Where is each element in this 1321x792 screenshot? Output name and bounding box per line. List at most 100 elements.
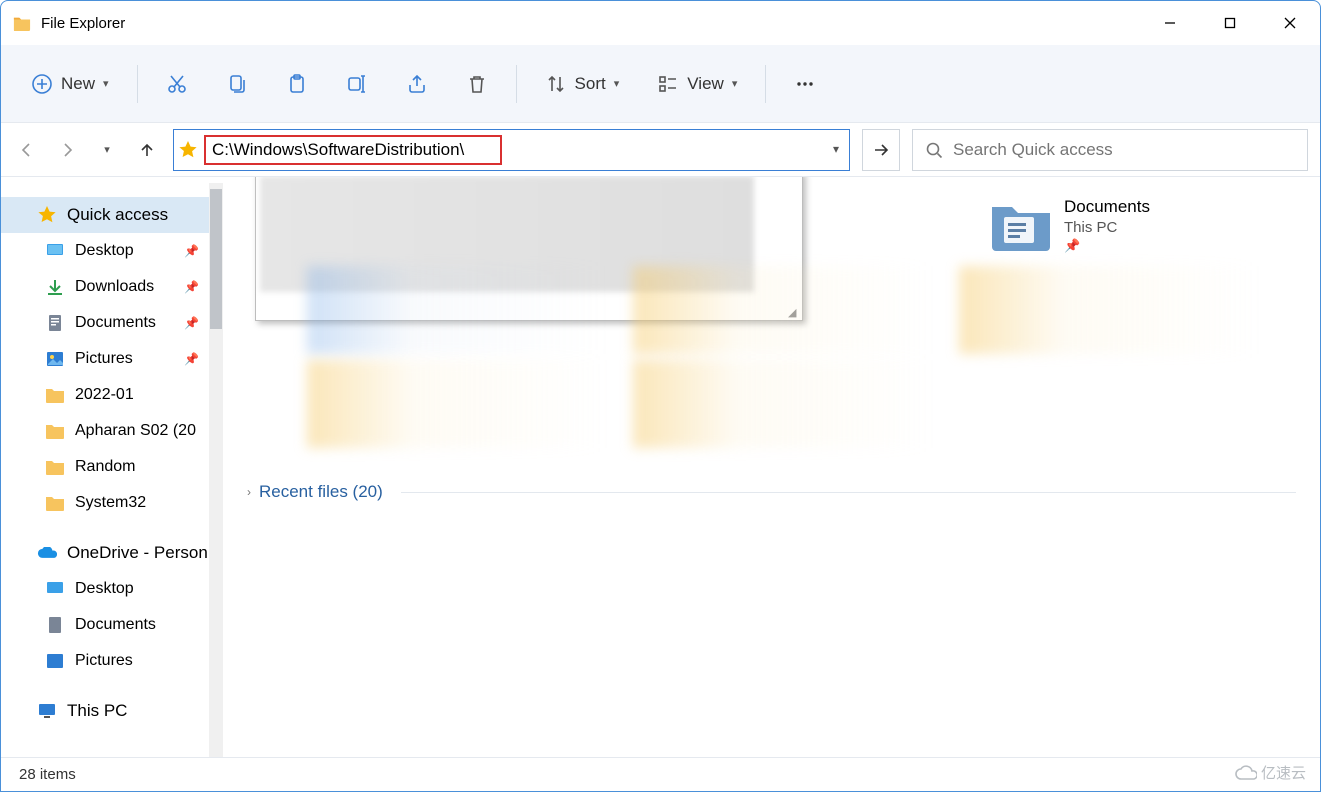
divider — [401, 492, 1296, 493]
view-button[interactable]: View ▾ — [647, 67, 747, 101]
sidebar-item-documents[interactable]: Documents — [1, 607, 211, 643]
item-count: 28 items — [19, 766, 76, 783]
cut-button[interactable] — [156, 67, 198, 101]
sidebar-item-label: 2022-01 — [75, 386, 134, 404]
sidebar-item-pictures[interactable]: Pictures 📌 — [1, 341, 211, 377]
sidebar-item-pictures[interactable]: Pictures — [1, 643, 211, 679]
star-icon — [37, 205, 57, 225]
sidebar-item-label: Apharan S02 (20 — [75, 422, 196, 440]
folder-card-documents[interactable]: Documents This PC 📌 — [990, 197, 1290, 254]
more-icon — [794, 73, 816, 95]
documents-icon — [45, 615, 65, 635]
sidebar-item-documents[interactable]: Documents 📌 — [1, 305, 211, 341]
sidebar-item-folder[interactable]: Apharan S02 (20 — [1, 413, 211, 449]
downloads-icon — [45, 277, 65, 297]
status-bar: 28 items — [1, 757, 1320, 791]
recent-files-label: Recent files (20) — [259, 482, 383, 502]
address-input[interactable] — [204, 135, 502, 165]
sort-icon — [545, 73, 567, 95]
more-button[interactable] — [784, 67, 826, 101]
chevron-down-icon: ▾ — [614, 77, 620, 90]
cloud-icon — [1235, 765, 1257, 781]
search-box[interactable] — [912, 129, 1308, 171]
chevron-right-icon: › — [247, 485, 251, 499]
share-icon — [406, 73, 428, 95]
pin-icon: 📌 — [184, 244, 199, 258]
minimize-button[interactable] — [1140, 2, 1200, 44]
recent-files-header[interactable]: › Recent files (20) — [247, 482, 1296, 502]
folder-name: Documents — [1064, 197, 1150, 217]
sidebar-item-folder[interactable]: 2022-01 — [1, 377, 211, 413]
blurred-tile — [633, 360, 933, 448]
back-button[interactable] — [13, 136, 41, 164]
sidebar-item-label: Downloads — [75, 278, 154, 296]
rename-button[interactable] — [336, 67, 378, 101]
separator — [137, 65, 138, 103]
scrollbar-track[interactable] — [209, 183, 223, 757]
paste-button[interactable] — [276, 67, 318, 101]
folder-location: This PC — [1064, 219, 1150, 236]
folder-icon — [45, 421, 65, 441]
sidebar-item-label: Documents — [75, 616, 156, 634]
sidebar-onedrive[interactable]: OneDrive - Person — [1, 535, 211, 571]
window-controls — [1140, 2, 1320, 44]
pin-icon: 📌 — [184, 316, 199, 330]
sidebar-item-folder[interactable]: Random — [1, 449, 211, 485]
new-label: New — [61, 74, 95, 94]
blurred-tile — [959, 266, 1259, 354]
pictures-icon — [45, 349, 65, 369]
sidebar-item-desktop[interactable]: Desktop — [1, 571, 211, 607]
close-button[interactable] — [1260, 2, 1320, 44]
trash-icon — [466, 73, 488, 95]
search-icon — [925, 141, 943, 159]
forward-button[interactable] — [53, 136, 81, 164]
sidebar-quick-access[interactable]: Quick access — [1, 197, 211, 233]
pictures-icon — [45, 651, 65, 671]
folder-icon — [45, 493, 65, 513]
scrollbar-thumb[interactable] — [210, 189, 222, 329]
chevron-down-icon: ▾ — [103, 77, 109, 90]
watermark: 亿速云 — [1235, 762, 1306, 783]
sidebar: Quick access Desktop 📌 Downloads 📌 Docum… — [1, 177, 223, 757]
watermark-text: 亿速云 — [1261, 762, 1306, 783]
share-button[interactable] — [396, 67, 438, 101]
sidebar-item-label: Desktop — [75, 580, 134, 598]
separator — [765, 65, 766, 103]
delete-button[interactable] — [456, 67, 498, 101]
folder-icon — [45, 385, 65, 405]
onedrive-icon — [37, 543, 57, 563]
copy-icon — [226, 73, 248, 95]
chevron-down-icon: ▾ — [732, 77, 738, 90]
sidebar-item-label: Pictures — [75, 350, 133, 368]
maximize-button[interactable] — [1200, 2, 1260, 44]
window-title: File Explorer — [41, 15, 125, 32]
onedrive-label: OneDrive - Person — [67, 543, 208, 563]
address-bar[interactable]: ▾ — [173, 129, 850, 171]
sidebar-item-label: Documents — [75, 314, 156, 332]
blurred-tile — [307, 360, 607, 448]
blurred-folders-row — [307, 360, 1296, 448]
scissors-icon — [166, 73, 188, 95]
search-input[interactable] — [953, 140, 1295, 160]
separator — [516, 65, 517, 103]
address-row: ▾ ▾ — [1, 123, 1320, 177]
titlebar: File Explorer — [1, 1, 1320, 45]
sidebar-this-pc[interactable]: This PC — [1, 693, 211, 729]
sort-label: Sort — [575, 74, 606, 94]
sidebar-item-desktop[interactable]: Desktop 📌 — [1, 233, 211, 269]
sidebar-item-label: System32 — [75, 494, 146, 512]
recent-locations-button[interactable]: ▾ — [93, 136, 121, 164]
sort-button[interactable]: Sort ▾ — [535, 67, 630, 101]
new-button[interactable]: New ▾ — [21, 67, 119, 101]
pin-icon: 📌 — [1064, 238, 1150, 254]
sidebar-item-downloads[interactable]: Downloads 📌 — [1, 269, 211, 305]
desktop-icon — [45, 579, 65, 599]
titlebar-left: File Explorer — [13, 15, 125, 32]
quick-access-label: Quick access — [67, 205, 168, 225]
main: Quick access Desktop 📌 Downloads 📌 Docum… — [1, 177, 1320, 757]
copy-button[interactable] — [216, 67, 258, 101]
go-button[interactable] — [862, 129, 900, 171]
blurred-tile — [633, 266, 933, 354]
sidebar-item-folder[interactable]: System32 — [1, 485, 211, 521]
up-button[interactable] — [133, 136, 161, 164]
